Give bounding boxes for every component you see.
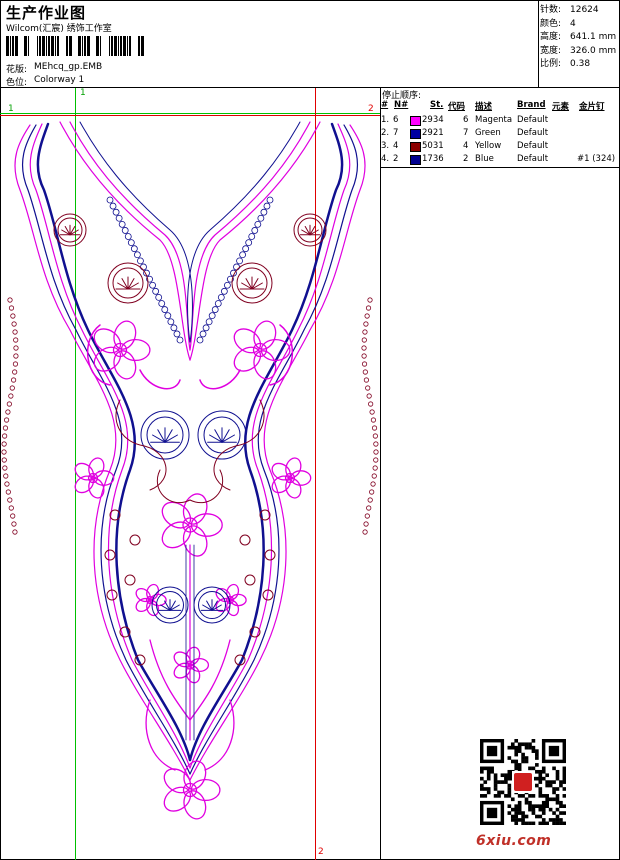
- col-stitches: St.: [430, 100, 444, 110]
- table-row: 1. 6 2934 6 Magenta Default: [381, 115, 549, 126]
- watermark-logo: 6xiu.com: [476, 833, 552, 849]
- stats-panel: 针数: 12624 颜色: 4 高度: 641.1 mm 宽度: 326.0 mm 比例…: [540, 4, 618, 72]
- design-label: 花版:: [6, 65, 28, 75]
- table-row: 3. 4 5031 4 Yellow Default: [381, 141, 549, 152]
- color-swatch: [410, 116, 421, 126]
- color-swatch: [410, 129, 421, 139]
- col-hash: #: [381, 100, 389, 110]
- colorway-row: 色位: Colorway 1: [6, 75, 84, 88]
- qr-code: [480, 739, 566, 825]
- colorway-label: 色位:: [6, 78, 28, 88]
- col-needle: N#: [394, 100, 409, 110]
- page-title: 生产作业图: [6, 4, 87, 22]
- col-desc: 描述: [475, 102, 493, 112]
- design-filename: MEhcq_gp.EMB: [34, 62, 103, 72]
- col-code: 代码: [448, 102, 466, 112]
- stop-sequence-table: # N# St. 代码 描述 Brand 元素 金片钉 1. 6 2934 6 Ma…: [381, 100, 619, 166]
- stat-scale: 比例: 0.38: [540, 59, 591, 69]
- col-element: 元素: [552, 102, 570, 112]
- barcode: [6, 36, 144, 56]
- design-row: 花版: MEhcq_gp.EMB: [6, 62, 102, 75]
- col-brand: Brand: [517, 100, 546, 110]
- color-swatch: [410, 142, 421, 152]
- table-row: 2. 7 2921 7 Green Default: [381, 128, 549, 139]
- color-swatch: [410, 155, 421, 165]
- stat-colors: 颜色: 4: [540, 18, 576, 29]
- col-sequin: 金片钉: [579, 102, 605, 112]
- stat-width: 宽度: 326.0 mm: [540, 45, 617, 56]
- colorway-value: Colorway 1: [34, 75, 85, 85]
- stat-height: 高度: 641.1 mm: [540, 32, 617, 42]
- table-row: 4. 2 1736 2 Blue Default #1 (324): [381, 154, 616, 165]
- embroidery-design: [0, 88, 380, 860]
- stat-stitches: 针数: 12624: [540, 5, 599, 15]
- company-name: Wilcom(汇宸) 绣饰工作室: [6, 24, 112, 34]
